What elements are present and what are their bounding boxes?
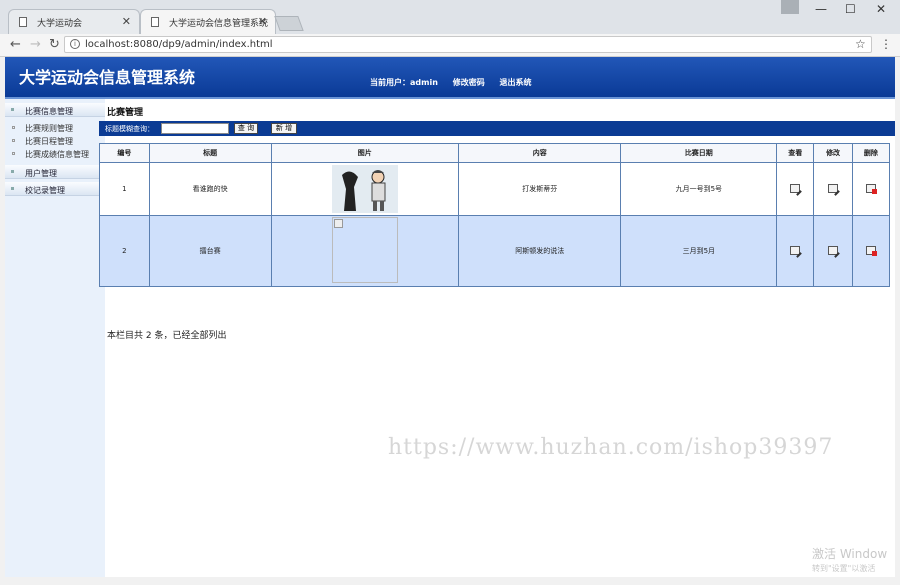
- sidebar-group-label: 校记录管理: [25, 186, 65, 195]
- browser-menu-icon[interactable]: ⋮: [880, 37, 892, 51]
- cell-edit: [813, 215, 853, 287]
- column-header: 内容: [457, 143, 622, 163]
- app-title: 大学运动会信息管理系统: [19, 68, 196, 87]
- info-icon[interactable]: i: [70, 39, 80, 49]
- cartoon-figures-icon: [331, 165, 398, 213]
- cell-id: 1: [99, 162, 150, 216]
- cell-content: 打发斯蒂芬: [457, 162, 622, 216]
- app-header: 大学运动会信息管理系统 当前用户：admin 修改密码 退出系统: [5, 57, 895, 97]
- document-icon: [151, 17, 159, 27]
- column-header: 图片: [270, 143, 459, 163]
- tab-strip: 大学运动会 ✕ 大学运动会信息管理系统 ✕ — ☐ ✕: [0, 0, 900, 34]
- cell-content: 阿斯顿发的说法: [457, 215, 622, 287]
- competition-photo: [331, 165, 398, 213]
- record-summary: 本栏目共 2 条，已经全部列出: [107, 331, 227, 341]
- maximize-icon[interactable]: ☐: [845, 2, 856, 16]
- column-header: 查看: [776, 143, 815, 163]
- bullet-icon: [11, 187, 14, 190]
- forward-icon[interactable]: →: [30, 37, 41, 52]
- main-content: 比赛管理 标题模糊查询： 查 询 新 增 编号 标题 图片 内容 比赛日期 查看: [99, 99, 895, 577]
- column-header: 标题: [148, 143, 272, 163]
- sidebar-group-competition[interactable]: 比赛信息管理: [5, 103, 105, 117]
- url-input[interactable]: i localhost:8080/dp9/admin/index.html: [64, 36, 872, 53]
- sidebar-item-rules[interactable]: 比赛规则管理: [5, 121, 105, 134]
- sidebar-item-label: 比赛规则管理: [25, 124, 73, 133]
- tab-sports-meet[interactable]: 大学运动会 ✕: [8, 9, 140, 34]
- minimize-icon[interactable]: —: [815, 2, 827, 16]
- page-title: 比赛管理: [107, 108, 144, 118]
- delete-icon[interactable]: [865, 183, 877, 194]
- edit-icon[interactable]: [828, 183, 840, 196]
- cell-edit: [813, 162, 853, 216]
- table-row: 2 擂台赛 阿斯顿发的说法 三月到5月: [99, 215, 891, 287]
- broken-image-icon: [333, 219, 343, 228]
- close-tab-icon[interactable]: ✕: [258, 15, 267, 28]
- back-icon[interactable]: ←: [10, 37, 21, 52]
- sidebar-item-results[interactable]: 比赛成绩信息管理: [5, 147, 105, 160]
- cell-delete: [851, 215, 891, 287]
- cell-image: [270, 162, 459, 216]
- cell-date: 九月一号到5号: [620, 162, 778, 216]
- add-button[interactable]: 新 增: [271, 123, 297, 134]
- column-header: 修改: [813, 143, 853, 163]
- cell-view: [776, 215, 815, 287]
- current-user-label: 当前用户：admin: [370, 78, 438, 87]
- tab-title: 大学运动会信息管理系统: [169, 19, 269, 29]
- watermark-text: https://www.huzhan.com/ishop39397: [388, 435, 834, 460]
- search-button[interactable]: 查 询: [234, 123, 258, 134]
- sidebar-group-label: 比赛信息管理: [25, 107, 73, 116]
- url-text: localhost:8080/dp9/admin/index.html: [85, 39, 273, 50]
- close-window-icon[interactable]: ✕: [876, 2, 886, 16]
- sidebar-item-schedule[interactable]: 比赛日程管理: [5, 134, 105, 147]
- sidebar-item-label: 比赛日程管理: [25, 137, 73, 146]
- sidebar-group-label: 用户管理: [25, 169, 57, 178]
- view-icon[interactable]: [790, 183, 803, 196]
- bullet-icon: [12, 126, 15, 129]
- windows-activation-subtitle: 转到"设置"以激活: [812, 564, 876, 573]
- cell-date: 三月到5月: [620, 215, 778, 287]
- reload-icon[interactable]: ↻: [49, 37, 60, 52]
- column-header: 编号: [99, 143, 150, 163]
- address-bar: ← → ↻ i localhost:8080/dp9/admin/index.h…: [0, 34, 900, 57]
- search-bar: 标题模糊查询： 查 询 新 增: [99, 121, 895, 136]
- browser-window: 大学运动会 ✕ 大学运动会信息管理系统 ✕ — ☐ ✕ ← → ↻ i loca…: [0, 0, 900, 585]
- sidebar-item-label: 比赛成绩信息管理: [25, 150, 89, 159]
- user-bar: 当前用户：admin 修改密码 退出系统: [370, 77, 544, 88]
- view-icon[interactable]: [790, 245, 803, 258]
- search-label: 标题模糊查询：: [105, 125, 154, 133]
- competition-table: 编号 标题 图片 内容 比赛日期 查看 修改 删除 1 看谁跑的快 打发斯蒂芬 …: [99, 143, 891, 287]
- sidebar-group-records[interactable]: 校记录管理: [5, 182, 105, 196]
- new-tab-button[interactable]: [274, 16, 304, 31]
- column-header: 比赛日期: [620, 143, 778, 163]
- cell-title: 擂台赛: [148, 215, 272, 287]
- tab-title: 大学运动会: [37, 19, 83, 29]
- windows-activation-title: 激活 Window: [812, 547, 888, 561]
- tab-management-system[interactable]: 大学运动会信息管理系统 ✕: [140, 9, 276, 34]
- search-input[interactable]: [161, 123, 229, 134]
- broken-image: [331, 217, 398, 283]
- edit-icon[interactable]: [828, 245, 840, 258]
- bullet-icon: [11, 170, 14, 173]
- close-tab-icon[interactable]: ✕: [122, 15, 131, 28]
- cell-view: [776, 162, 815, 216]
- bookmark-star-icon[interactable]: ☆: [855, 37, 866, 51]
- page-viewport: 大学运动会信息管理系统 当前用户：admin 修改密码 退出系统 比赛信息管理 …: [5, 57, 895, 577]
- logout-link[interactable]: 退出系统: [500, 78, 532, 87]
- bullet-icon: [12, 152, 15, 155]
- change-password-link[interactable]: 修改密码: [453, 78, 485, 87]
- column-header: 删除: [851, 143, 891, 163]
- cell-id: 2: [99, 215, 150, 287]
- sidebar-group-users[interactable]: 用户管理: [5, 165, 105, 179]
- bullet-icon: [12, 139, 15, 142]
- delete-icon[interactable]: [865, 245, 877, 256]
- cell-title: 看谁跑的快: [148, 162, 272, 216]
- download-icon[interactable]: [781, 0, 799, 14]
- cell-delete: [851, 162, 891, 216]
- document-icon: [19, 17, 27, 27]
- cell-image: [270, 215, 459, 287]
- table-header-row: 编号 标题 图片 内容 比赛日期 查看 修改 删除: [99, 143, 891, 163]
- bullet-icon: [11, 108, 14, 111]
- table-row: 1 看谁跑的快 打发斯蒂芬 九月一号到5号: [99, 162, 891, 216]
- sidebar: 比赛信息管理 比赛规则管理 比赛日程管理 比赛成绩信息管理 用户管理 校记录管理: [5, 99, 105, 577]
